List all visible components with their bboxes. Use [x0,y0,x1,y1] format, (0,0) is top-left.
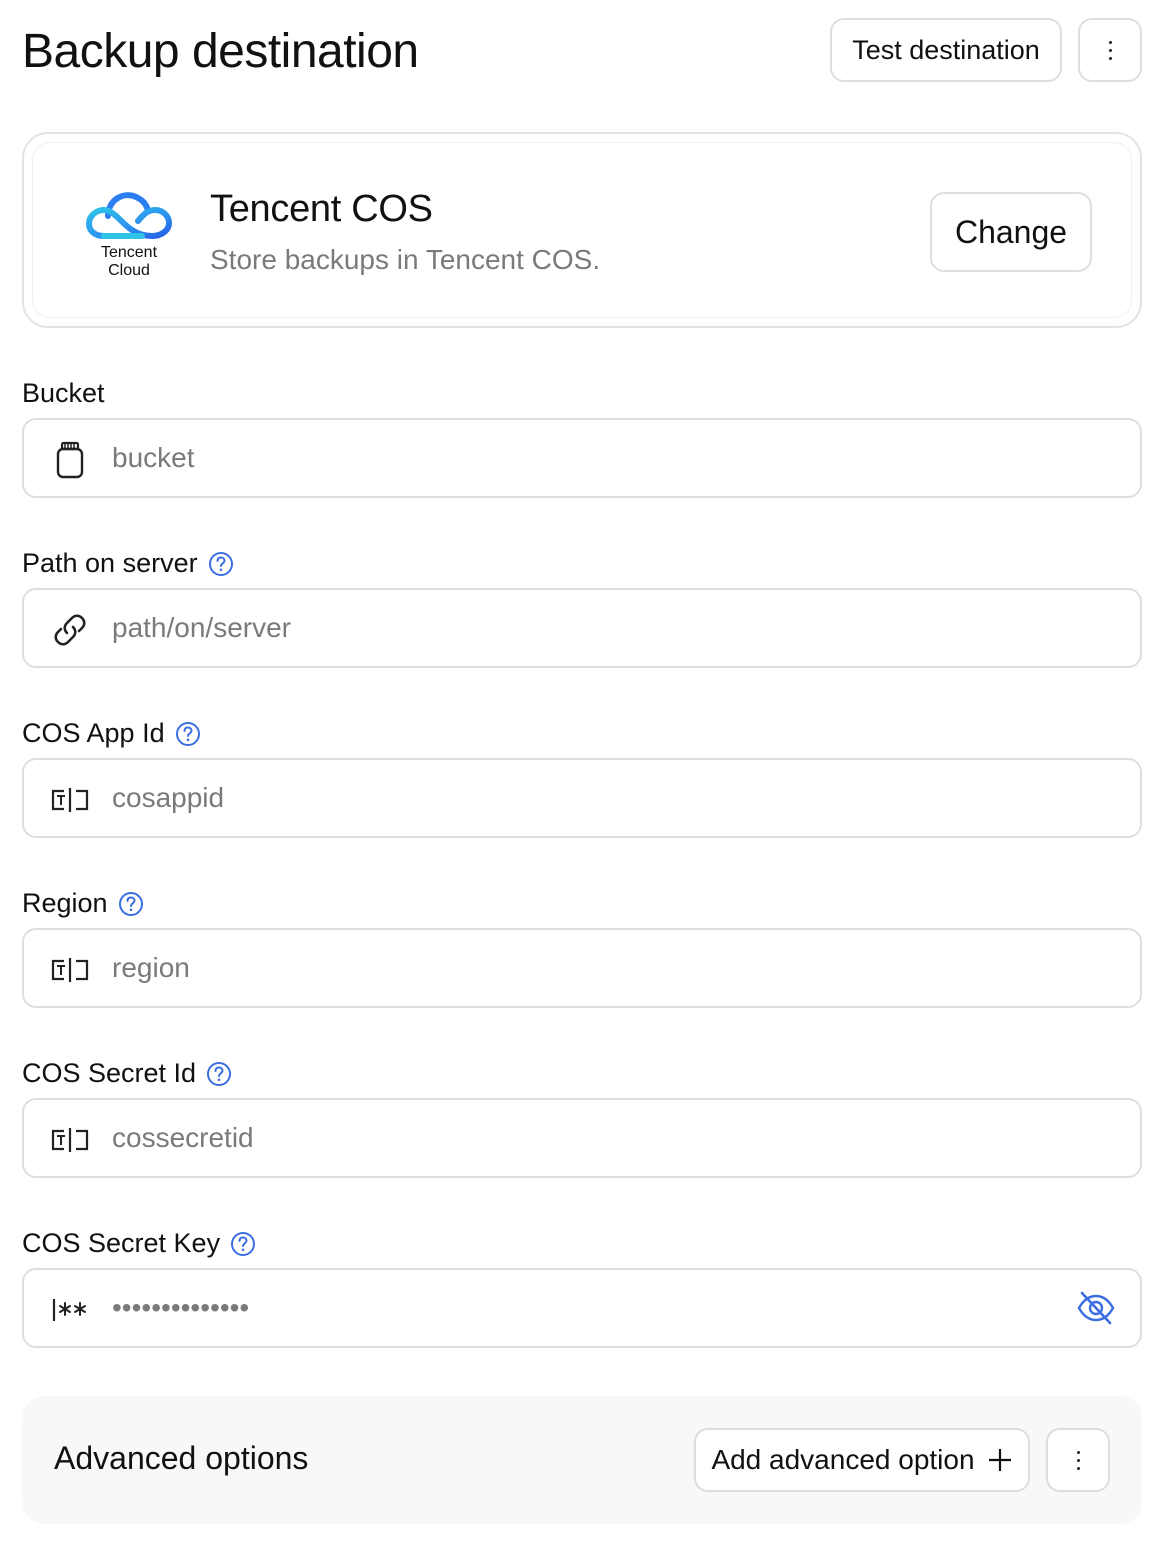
advanced-more-button[interactable] [1046,1428,1110,1492]
page-header: Backup destination Test destination [22,18,1142,82]
secret-key-field[interactable] [22,1268,1142,1348]
help-icon[interactable] [118,891,144,917]
help-icon[interactable] [208,551,234,577]
more-options-button[interactable] [1078,18,1142,82]
page-title: Backup destination [22,25,419,78]
app-id-label: COS App Id [22,718,201,749]
bucket-icon [50,440,90,480]
help-icon[interactable] [230,1231,256,1257]
app-id-input[interactable] [112,760,1012,836]
more-vertical-icon [1108,40,1112,60]
add-advanced-option-label: Add advanced option [711,1444,975,1475]
secret-key-input[interactable] [112,1270,1012,1346]
help-icon[interactable] [206,1061,232,1087]
advanced-options-panel: Advanced options Add advanced option [22,1396,1142,1524]
more-vertical-icon [1076,1450,1080,1470]
app-id-field[interactable] [22,758,1142,838]
secret-id-input[interactable] [112,1100,1012,1176]
path-field[interactable] [22,588,1142,668]
add-advanced-option-button[interactable]: Add advanced option [694,1428,1030,1492]
text-field-icon [50,780,90,820]
bucket-input[interactable] [112,420,1012,496]
advanced-options-title: Advanced options [54,1440,309,1476]
provider-card: Tencent Cloud Tencent COS Store backups … [22,132,1142,328]
test-destination-button[interactable]: Test destination [830,18,1062,82]
text-field-icon [50,950,90,990]
logo-text-line1: Tencent [100,244,158,261]
text-field-icon [50,1120,90,1160]
provider-description: Store backups in Tencent COS. [210,244,601,275]
secret-key-label: COS Secret Key [22,1228,256,1259]
plus-icon [988,1449,1011,1471]
secret-id-field[interactable] [22,1098,1142,1178]
eye-off-icon[interactable] [1076,1288,1116,1328]
link-icon [50,610,90,650]
tencent-cloud-icon [85,192,173,240]
tencent-cloud-logo: Tencent Cloud [84,186,174,286]
change-provider-button[interactable]: Change [930,192,1092,272]
secret-id-label: COS Secret Id [22,1058,232,1089]
help-icon[interactable] [175,721,201,747]
password-icon [50,1290,90,1330]
provider-name: Tencent COS [210,188,433,230]
region-label: Region [22,888,144,919]
bucket-label: Bucket [22,378,105,408]
region-input[interactable] [112,930,1012,1006]
bucket-field[interactable] [22,418,1142,498]
region-field[interactable] [22,928,1142,1008]
path-input[interactable] [112,590,1012,666]
logo-text-line2: Cloud [108,262,150,279]
path-label: Path on server [22,548,234,579]
